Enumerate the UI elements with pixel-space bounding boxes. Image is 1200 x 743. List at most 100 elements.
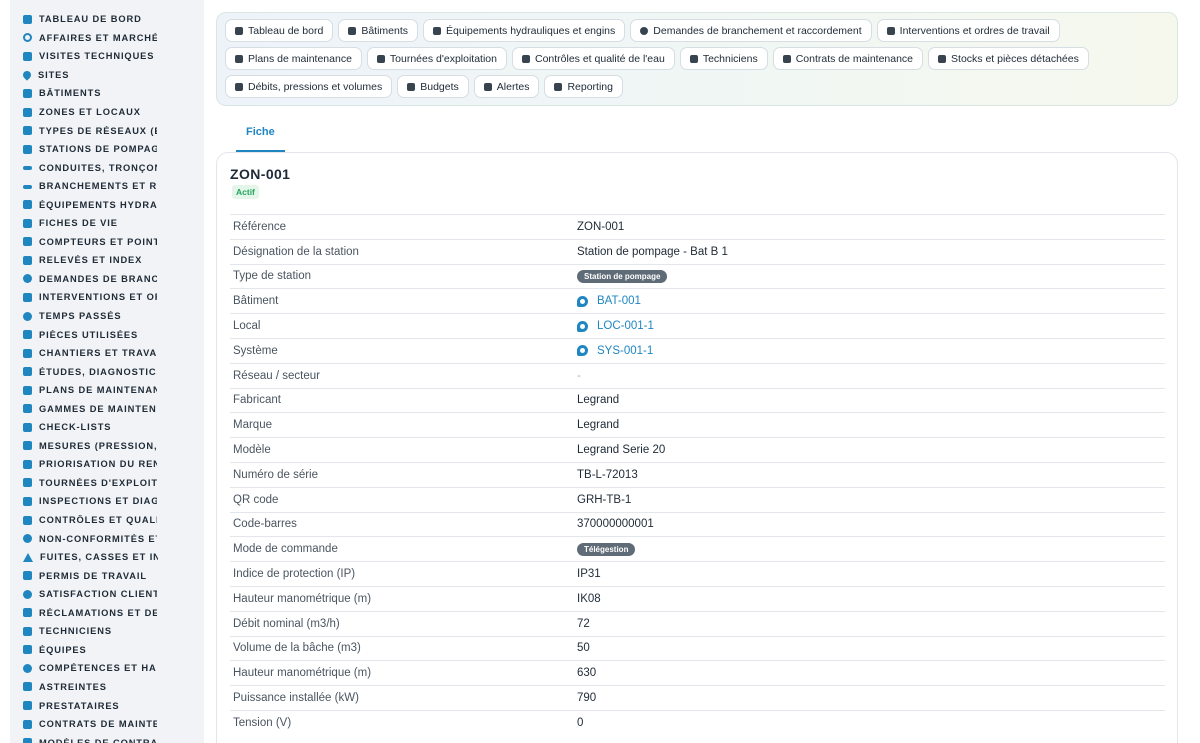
field-row: Référence ZON-001 <box>230 214 1165 239</box>
field-value: Station de pompage <box>577 269 668 283</box>
sidebar-item[interactable]: TEMPS PASSÉS <box>10 307 204 326</box>
sidebar-item[interactable]: CHANTIERS ET TRAVAUX <box>10 344 204 363</box>
sidebar-item-label: ÉQUIPEMENTS HYDRAUL <box>39 199 157 210</box>
field-list: Référence ZON-001 Désignation de la statio… <box>230 214 1165 735</box>
record-link[interactable]: LOC-001-1 <box>597 320 654 332</box>
field-label: Hauteur manométrique (m) <box>233 667 372 680</box>
sidebar-item[interactable]: FICHES DE VIE <box>10 214 204 233</box>
sidebar-item-label: INSPECTIONS ET DIAGNC <box>39 496 157 507</box>
sidebar-item-label: PRESTATAIRES <box>39 700 120 711</box>
field-row: Système SYS-001-1 <box>230 337 1165 363</box>
sidebar-item-label: INTERVENTIONS ET ORDI <box>39 292 157 303</box>
nav-button[interactable]: Stocks et pièces détachées <box>928 47 1089 70</box>
sidebar-item[interactable]: GAMMES DE MAINTENAN <box>10 399 204 418</box>
sidebar-item[interactable]: BRANCHEMENTS ET RAC <box>10 177 204 196</box>
sidebar-item[interactable]: VISITES TECHNIQUES ET <box>10 47 204 66</box>
field-value: 630 <box>577 667 597 680</box>
sidebar-item[interactable]: FUITES, CASSES ET INCI <box>10 548 204 567</box>
nav-button[interactable]: Bâtiments <box>338 19 418 42</box>
sidebar-item[interactable]: TABLEAU DE BORD <box>10 10 204 29</box>
sidebar-item[interactable]: RELEVÉS ET INDEX <box>10 251 204 270</box>
nav-button[interactable]: Interventions et ordres de travail <box>876 19 1060 42</box>
nav-button-label: Équipements hydrauliques et engins <box>446 24 616 37</box>
field-label: Hauteur manométrique (m) <box>233 592 372 605</box>
sidebar-item[interactable]: COMPTEURS ET POINTS I <box>10 233 204 252</box>
sidebar-item-label: ASTREINTES <box>39 681 107 692</box>
sidebar-item[interactable]: TECHNICIENS <box>10 622 204 641</box>
target-icon <box>23 33 32 43</box>
sidebar-item[interactable]: MODÈLES DE CONTRATS <box>10 733 204 743</box>
sidebar-item[interactable]: RÉCLAMATIONS ET DEMA <box>10 604 204 623</box>
nav-button[interactable]: Équipements hydrauliques et engins <box>423 19 626 42</box>
helmet-icon <box>689 54 698 63</box>
clipboard-check-icon <box>23 292 32 302</box>
sidebar-item[interactable]: MESURES (PRESSION, DÉ <box>10 437 204 456</box>
sidebar-item[interactable]: ÉTUDES, DIAGNOSTICS E <box>10 362 204 381</box>
nav-button[interactable]: Techniciens <box>679 47 768 70</box>
sidebar-item[interactable]: PIÈCES UTILISÉES <box>10 325 204 344</box>
top-navigation: Tableau de bord Bâtiments Équipements hydr… <box>216 12 1178 106</box>
field-value: 0 <box>577 716 584 729</box>
nav-button[interactable]: Tournées d'exploitation <box>366 47 507 70</box>
sidebar-item[interactable]: BÂTIMENTS <box>10 84 204 103</box>
sidebar-item[interactable]: CONDUITES, TRONÇONS <box>10 158 204 177</box>
sidebar-item[interactable]: INTERVENTIONS ET ORDI <box>10 288 204 307</box>
field-row: Réseau / secteur - <box>230 362 1165 388</box>
sidebar-item[interactable]: DEMANDES DE BRANCHE <box>10 270 204 289</box>
nav-button[interactable]: Contrats de maintenance <box>772 47 924 70</box>
sidebar-item[interactable]: AFFAIRES ET MARCHÉS <box>10 29 204 48</box>
sidebar-item[interactable]: INSPECTIONS ET DIAGNC <box>10 492 204 511</box>
tab-fiche[interactable]: Fiche <box>236 122 285 152</box>
field-label: Numéro de série <box>233 468 319 481</box>
field-value[interactable]: SYS-001-1 <box>577 345 653 357</box>
sidebar-item[interactable]: SITES <box>10 66 204 85</box>
pipe-icon <box>23 166 32 171</box>
nav-button[interactable]: Demandes de branchement et raccordement <box>630 19 872 42</box>
checklist-icon <box>23 422 32 432</box>
sidebar-item[interactable]: CONTRATS DE MAINTENA <box>10 715 204 734</box>
sidebar-item[interactable]: ASTREINTES <box>10 678 204 697</box>
sidebar-item[interactable]: TOURNÉES D'EXPLOITATI <box>10 474 204 493</box>
sidebar-item[interactable]: ZONES ET LOCAUX <box>10 103 204 122</box>
nav-button[interactable]: Contrôles et qualité de l'eau <box>511 47 675 70</box>
sidebar-item[interactable]: CONTRÔLES ET QUALITÉ <box>10 511 204 530</box>
nav-button[interactable]: Tableau de bord <box>225 19 334 42</box>
sidebar-item-label: DEMANDES DE BRANCHE <box>39 273 157 284</box>
value-pill: Télégestion <box>577 542 636 556</box>
sidebar-item[interactable]: SATISFACTION CLIENT <box>10 585 204 604</box>
history-icon <box>23 218 32 228</box>
sidebar-item[interactable]: STATIONS DE POMPAGE I <box>10 140 204 159</box>
sidebar-item[interactable]: NON-CONFORMITÉS ET A <box>10 529 204 548</box>
bolt-icon <box>235 82 243 91</box>
clipboard-check-icon <box>886 26 895 35</box>
sidebar-item-label: PLANS DE MAINTENANCE <box>39 385 157 396</box>
sidebar-item[interactable]: PERMIS DE TRAVAIL <box>10 566 204 585</box>
sidebar-item[interactable]: COMPÉTENCES ET HABIL <box>10 659 204 678</box>
sidebar-item[interactable]: PLANS DE MAINTENANCE <box>10 381 204 400</box>
sidebar-item[interactable]: ÉQUIPEMENTS HYDRAUL <box>10 195 204 214</box>
sidebar-item-label: TEMPS PASSÉS <box>39 311 122 322</box>
sidebar-item[interactable]: CHECK-LISTS <box>10 418 204 437</box>
sidebar-item-label: RÉCLAMATIONS ET DEMA <box>39 607 157 618</box>
nav-button[interactable]: Budgets <box>397 75 469 98</box>
nav-button[interactable]: Reporting <box>544 75 623 98</box>
calendar-icon <box>235 54 243 63</box>
record-link[interactable]: BAT-001 <box>597 295 641 307</box>
contract-icon <box>23 719 32 729</box>
nav-button[interactable]: Plans de maintenance <box>225 47 362 70</box>
nav-button[interactable]: Alertes <box>473 75 540 98</box>
field-value[interactable]: BAT-001 <box>577 295 641 307</box>
sidebar-item[interactable]: TYPES DE RÉSEAUX (EAU <box>10 121 204 140</box>
sidebar-item[interactable]: PRIORISATION DU RENOU <box>10 455 204 474</box>
record-card: ZON-001 Actif Référence ZON-001 Désignatio… <box>216 152 1178 743</box>
nav-button[interactable]: Débits, pressions et volumes <box>225 75 393 98</box>
sidebar-item[interactable]: ÉQUIPES <box>10 641 204 660</box>
connection-icon <box>23 184 32 189</box>
field-row: Numéro de série TB-L-72013 <box>230 461 1165 487</box>
nav-button-label: Techniciens <box>702 52 758 65</box>
record-link[interactable]: SYS-001-1 <box>597 345 653 357</box>
field-row: Code-barres 370000000001 <box>230 511 1165 537</box>
sidebar-item[interactable]: PRESTATAIRES <box>10 696 204 715</box>
field-value: GRH-TB-1 <box>577 493 632 506</box>
field-value[interactable]: LOC-001-1 <box>577 320 654 332</box>
